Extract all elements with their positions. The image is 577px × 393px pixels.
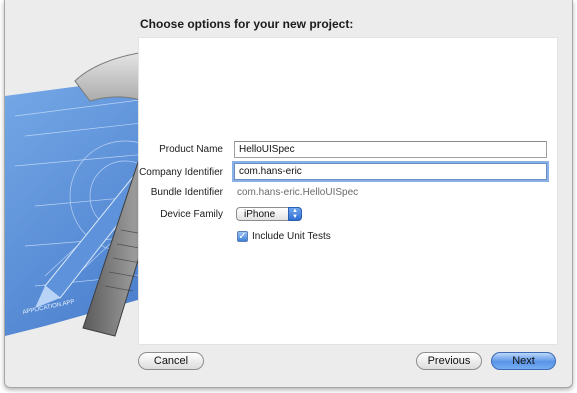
include-unit-tests-checkbox[interactable]: ✓ bbox=[237, 231, 248, 242]
previous-button[interactable]: Previous bbox=[416, 352, 482, 370]
product-name-field[interactable] bbox=[234, 141, 547, 158]
device-family-label: Device Family bbox=[160, 209, 223, 220]
product-name-label: Product Name bbox=[159, 144, 223, 155]
bundle-identifier-value: com.hans-eric.HelloUISpec bbox=[237, 187, 359, 198]
popup-arrows-icon: ▲ ▼ bbox=[288, 207, 302, 221]
bundle-identifier-label: Bundle Identifier bbox=[150, 187, 223, 198]
new-project-sheet: Choose options for your new project: APP… bbox=[4, 0, 573, 388]
company-identifier-label: Company Identifier bbox=[139, 167, 223, 178]
device-family-popup[interactable]: iPhone ▲ ▼ bbox=[236, 207, 302, 221]
include-unit-tests-label[interactable]: Include Unit Tests bbox=[252, 231, 331, 242]
next-button[interactable]: Next bbox=[491, 352, 556, 370]
sheet-title: Choose options for your new project: bbox=[140, 17, 354, 31]
company-identifier-field[interactable] bbox=[234, 163, 547, 180]
cancel-button[interactable]: Cancel bbox=[138, 352, 204, 370]
device-family-value: iPhone bbox=[244, 209, 276, 220]
svg-text:APPLICATION.APP: APPLICATION.APP bbox=[22, 299, 75, 316]
